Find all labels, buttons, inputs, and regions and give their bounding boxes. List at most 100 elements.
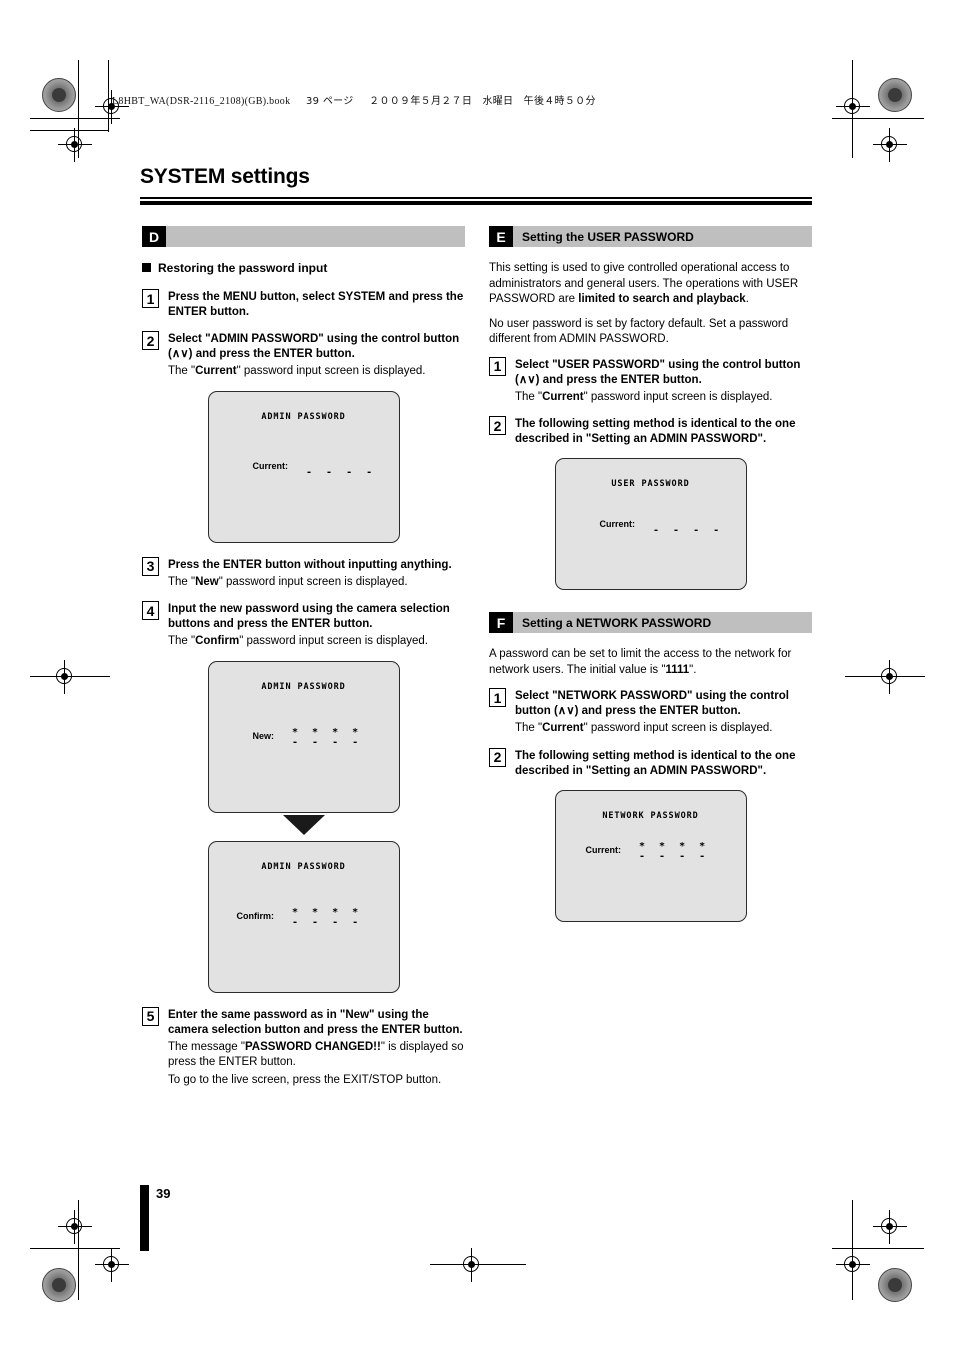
page-number: 39 [156, 1186, 171, 1201]
step-title: Enter the same password as in "New" usin… [168, 1008, 463, 1036]
section-title-d [166, 226, 465, 247]
section-title-e: Setting the USER PASSWORD [513, 226, 812, 247]
step-note: The message "PASSWORD CHANGED!!" is disp… [168, 1040, 465, 1071]
step-d-2: 2 Select "ADMIN PASSWORD" using the cont… [142, 331, 465, 380]
screen-preview-wrap-1: ADMIN PASSWORD Current: - - - - [142, 390, 465, 543]
step-e-1: 1 Select "USER PASSWORD" using the contr… [489, 356, 812, 406]
halftone-registration-dot-bottom-left [42, 1268, 76, 1302]
device-field-value: * * * * - - - - [292, 727, 363, 748]
step-note: The "Confirm" password input screen is d… [168, 634, 465, 650]
registration-crosshair-mid-left [48, 660, 82, 694]
crop-line-bottom-left-v1 [78, 1200, 79, 1300]
note-pre: The " [168, 575, 196, 588]
note-pre: The " [515, 722, 543, 734]
footer-rule [140, 1185, 149, 1251]
registration-crosshair-bottom-right-outer [873, 1210, 907, 1244]
registration-crosshair-top-left-outer [58, 128, 92, 162]
screen-preview-wrap-f: NETWORK PASSWORD Current: * * * * - - - … [489, 789, 812, 922]
registration-crosshair-bottom-center [455, 1248, 489, 1282]
note-bold: Current [542, 390, 584, 403]
screen-preview-wrap-2: ADMIN PASSWORD New: * * * * - - - - [142, 660, 465, 813]
device-screen-title: ADMIN PASSWORD [261, 411, 346, 422]
step-note: The "Current" password input screen is d… [168, 364, 465, 380]
note-pre: The message " [168, 1040, 245, 1053]
para-post: . [745, 293, 749, 305]
print-header: L8HBT_WA(DSR-2116_2108)(GB).book 39 ページ … [112, 92, 596, 107]
crop-line-top-right-v1 [852, 60, 853, 158]
step-title: The following setting method is identica… [515, 418, 796, 445]
step-number-badge: 4 [142, 601, 159, 620]
print-header-filename: L8HBT_WA(DSR-2116_2108)(GB).book [112, 96, 291, 107]
step-title: Press the MENU button, select SYSTEM and… [168, 291, 464, 318]
screen-preview-wrap-3: ADMIN PASSWORD Confirm: * * * * - - - - [142, 840, 465, 993]
step-number-badge: 3 [142, 556, 159, 576]
section-letter-f: F [489, 612, 513, 633]
halftone-registration-dot-top-right [878, 78, 912, 112]
step-title: Select "ADMIN PASSWORD" using the contro… [168, 333, 460, 360]
registration-crosshair-top-right-outer [873, 128, 907, 162]
halftone-registration-dot-top-left [42, 78, 76, 112]
step-title: Select "USER PASSWORD" using the control… [515, 358, 801, 386]
device-screen-admin-new: ADMIN PASSWORD New: * * * * - - - - [207, 660, 400, 813]
para-pre: A password can be set to limit the acces… [489, 648, 792, 676]
step-number-badge: 1 [489, 688, 506, 707]
crop-line-top-left-v1 [78, 60, 79, 158]
crop-line-bottom-right-h1 [832, 1248, 924, 1249]
crop-line-bottom-center-h1 [430, 1264, 526, 1265]
step-body: Input the new password using the camera … [168, 601, 465, 650]
device-field-label: Current: [585, 844, 622, 855]
step-body: Press the MENU button, select SYSTEM and… [168, 289, 465, 320]
device-field-label: Confirm: [236, 910, 275, 921]
crop-line-top-right-h1 [832, 118, 924, 119]
device-screen-field: Current: * * * * - - - - [585, 841, 710, 862]
section-banner-e: E Setting the USER PASSWORD [489, 226, 812, 247]
step-note: The "Current" password input screen is d… [515, 390, 812, 406]
right-column: E Setting the USER PASSWORD This setting… [489, 226, 812, 936]
crop-line-mid-left-h1 [30, 676, 110, 677]
password-dashes: - - - - [653, 525, 724, 536]
arrow-down-icon [282, 814, 325, 835]
device-screen-field: New: * * * * - - - - [252, 727, 363, 748]
device-screen-field: Current: - - - - [599, 517, 724, 536]
step-title: Press the ENTER button without inputting… [168, 558, 452, 571]
page-title: SYSTEM settings [140, 165, 310, 188]
device-field-label: Current: [599, 519, 636, 529]
step-body: Select "ADMIN PASSWORD" using the contro… [168, 331, 465, 380]
section-letter-e: E [489, 226, 513, 247]
screen-preview-wrap-e: USER PASSWORD Current: - - - - [489, 458, 812, 590]
note-pre: The " [168, 365, 196, 377]
device-screen-admin-confirm: ADMIN PASSWORD Confirm: * * * * - - - - [207, 840, 400, 993]
device-screen-field: Current: - - - - [253, 459, 377, 478]
section-e-paragraph-1: This setting is used to give controlled … [489, 261, 812, 308]
device-screen-network-current: NETWORK PASSWORD Current: * * * * - - - … [554, 789, 747, 922]
section-letter-d: D [142, 226, 166, 247]
note-post: " password input screen is displayed. [218, 575, 408, 588]
device-screen-title: USER PASSWORD [611, 479, 690, 489]
device-field-label: New: [252, 730, 275, 741]
device-screen-user-current: USER PASSWORD Current: - - - - [554, 458, 747, 590]
note-bold: PASSWORD CHANGED!! [244, 1040, 381, 1053]
password-dashes: - - - - [306, 466, 377, 478]
subheading-label: Restoring the password input [158, 261, 328, 275]
section-title-f: Setting a NETWORK PASSWORD [513, 612, 812, 633]
crop-line-bottom-left-h1 [30, 1248, 120, 1249]
device-screen-title: NETWORK PASSWORD [602, 810, 699, 821]
halftone-registration-dot-bottom-right [878, 1268, 912, 1302]
step-note: The "New" password input screen is displ… [168, 575, 465, 591]
step-number-badge: 1 [489, 356, 506, 376]
print-header-date: ２００９年５月２７日 水曜日 午後４時５０分 [369, 96, 596, 107]
password-dashes: - - - - [292, 736, 363, 748]
password-dashes: - - - - [639, 850, 710, 862]
step-d-1: 1 Press the MENU button, select SYSTEM a… [142, 289, 465, 320]
step-d-4: 4 Input the new password using the camer… [142, 601, 465, 650]
device-screen-admin-current: ADMIN PASSWORD Current: - - - - [207, 390, 400, 543]
square-bullet-icon [142, 263, 151, 272]
crop-line-top-left-v2 [108, 60, 109, 132]
crop-line-mid-right-h1 [845, 676, 925, 677]
device-screen-title: ADMIN PASSWORD [261, 681, 346, 692]
note-bold: Current [195, 365, 237, 377]
para-bold: limited to search and playback [578, 293, 746, 305]
step-d-5: 5 Enter the same password as in "New" us… [142, 1006, 465, 1089]
note-post: " password input screen is displayed. [239, 635, 429, 647]
left-column: D Restoring the password input 1 Press t… [142, 226, 465, 1099]
